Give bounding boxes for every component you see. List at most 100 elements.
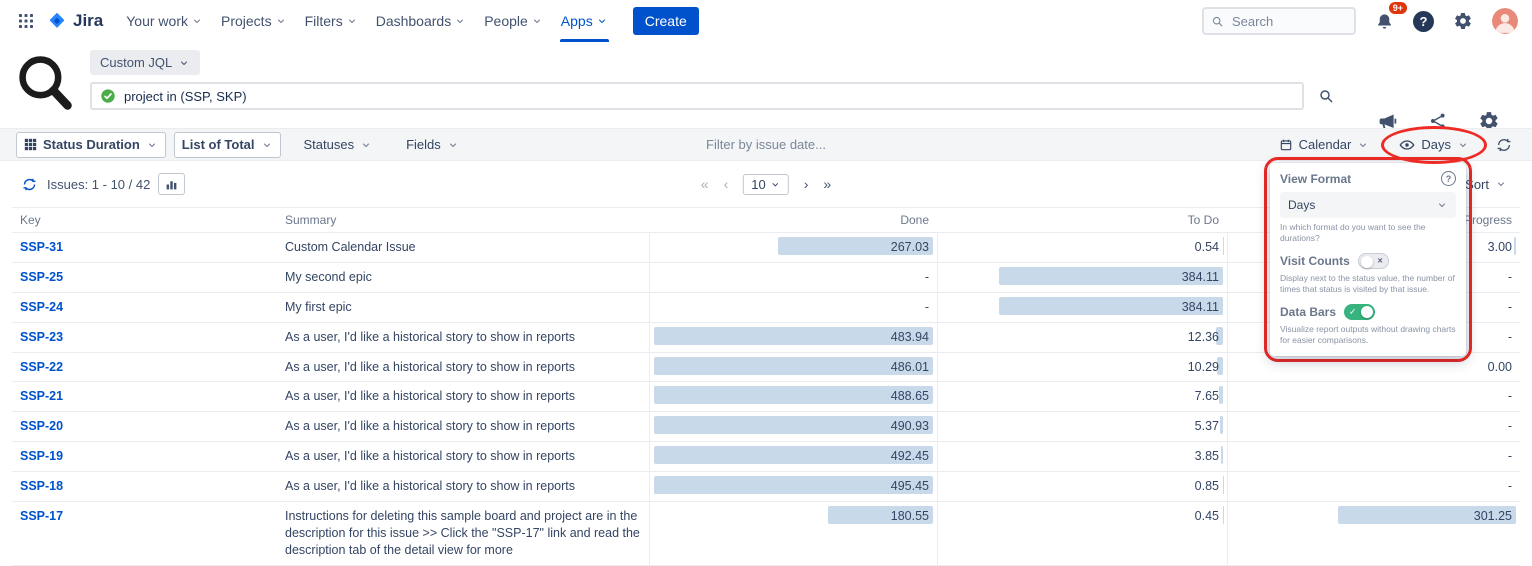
data-bars-help-text: Visualize report outputs without drawing… <box>1280 324 1456 346</box>
issue-key-link[interactable]: SSP-31 <box>20 240 63 254</box>
refresh-icon <box>22 177 37 192</box>
issue-key-link[interactable]: SSP-21 <box>20 389 63 403</box>
issue-summary: As a user, I'd like a historical story t… <box>277 442 649 471</box>
refresh-button[interactable] <box>18 173 41 196</box>
column-header-summary[interactable]: Summary <box>277 208 649 232</box>
nav-item-label: Your work <box>126 13 188 29</box>
duration-cell-in-progress: - <box>1227 382 1520 411</box>
jql-mode-label: Custom JQL <box>100 55 172 70</box>
settings-button[interactable] <box>1449 7 1477 35</box>
duration-value: 495.45 <box>891 479 929 493</box>
issue-summary: My first epic <box>277 293 649 322</box>
table-row: SSP-17 Instructions for deleting this sam… <box>12 502 1520 566</box>
magnifier-logo-icon <box>16 52 76 114</box>
user-avatar[interactable] <box>1492 8 1518 34</box>
issue-key-cell: SSP-19 <box>12 442 277 471</box>
duration-value: 492.45 <box>891 449 929 463</box>
duration-cell-in-progress: - <box>1227 472 1520 501</box>
notifications-button[interactable]: 9+ <box>1371 8 1398 35</box>
issue-key-link[interactable]: SSP-22 <box>20 360 63 374</box>
nav-item-apps[interactable]: Apps <box>552 0 617 42</box>
notification-badge: 9+ <box>1387 0 1409 16</box>
sync-button[interactable] <box>1492 133 1516 157</box>
issue-summary: Instructions for deleting this sample bo… <box>277 502 649 565</box>
duration-value: 0.45 <box>1195 509 1219 523</box>
global-search[interactable] <box>1202 7 1356 35</box>
issue-key-link[interactable]: SSP-24 <box>20 300 63 314</box>
jira-logo[interactable]: Jira <box>46 10 103 32</box>
view-format-help-text: In which format do you want to see the d… <box>1280 222 1456 244</box>
list-mode-button[interactable]: List of Total <box>174 132 281 158</box>
pagination-last[interactable]: » <box>823 176 831 192</box>
duration-cell-todo: 10.29 <box>937 353 1227 382</box>
duration-value: - <box>1508 479 1512 493</box>
issue-key-cell: SSP-21 <box>12 382 277 411</box>
duration-value: 12.36 <box>1188 330 1219 344</box>
duration-value: 384.11 <box>1182 270 1219 284</box>
issue-key-link[interactable]: SSP-25 <box>20 270 63 284</box>
duration-value: - <box>1508 270 1512 284</box>
data-bar <box>1219 386 1223 404</box>
query-section: Custom JQL project in (SSP, SKP) <box>0 42 1532 128</box>
toggle-knob <box>1361 306 1373 318</box>
duration-value: - <box>925 270 929 284</box>
create-button[interactable]: Create <box>633 7 699 35</box>
issue-key-cell: SSP-24 <box>12 293 277 322</box>
calendar-button[interactable]: Calendar <box>1272 132 1377 158</box>
popup-help-icon[interactable]: ? <box>1441 171 1456 186</box>
column-header-key[interactable]: Key <box>12 208 277 232</box>
pagination-prev[interactable]: ‹ <box>724 176 729 192</box>
visit-counts-toggle[interactable]: × <box>1358 253 1389 269</box>
page-size-value: 10 <box>751 177 765 192</box>
chart-view-button[interactable] <box>158 173 185 195</box>
issue-key-link[interactable]: SSP-23 <box>20 330 63 344</box>
data-bars-toggle[interactable]: ✓ <box>1344 304 1375 320</box>
table-row: SSP-19 As a user, I'd like a historical s… <box>12 442 1520 472</box>
jira-mark-icon <box>46 10 68 32</box>
duration-cell-todo: 7.65 <box>937 382 1227 411</box>
jql-input[interactable]: project in (SSP, SKP) <box>90 82 1304 110</box>
view-type-button[interactable]: Status Duration <box>16 132 166 158</box>
calendar-label: Calendar <box>1299 137 1352 152</box>
nav-item-people[interactable]: People <box>475 0 552 42</box>
issue-key-link[interactable]: SSP-19 <box>20 449 63 463</box>
duration-value: 483.94 <box>891 330 929 344</box>
duration-cell-todo: 384.11 <box>937 293 1227 322</box>
issue-key-cell: SSP-17 <box>12 502 277 565</box>
statuses-button[interactable]: Statuses <box>297 132 380 158</box>
fields-button[interactable]: Fields <box>399 132 466 158</box>
days-button[interactable]: Days <box>1392 132 1476 158</box>
issue-summary: As a user, I'd like a historical story t… <box>277 472 649 501</box>
jql-mode-button[interactable]: Custom JQL <box>90 50 200 75</box>
issues-count: Issues: 1 - 10 / 42 <box>47 177 150 192</box>
app-switcher-icon[interactable] <box>14 9 38 33</box>
date-filter-input[interactable]: Filter by issue date... <box>706 137 826 152</box>
duration-cell-todo: 3.85 <box>937 442 1227 471</box>
column-header-done[interactable]: Done <box>649 208 937 232</box>
duration-cell-in-progress: - <box>1227 412 1520 441</box>
pagination-first[interactable]: « <box>701 176 709 192</box>
pagination: « ‹ 10 › » <box>701 174 831 195</box>
pagination-next[interactable]: › <box>804 176 809 192</box>
column-header-to-do[interactable]: To Do <box>937 208 1227 232</box>
data-bar <box>1220 416 1223 434</box>
issue-key-link[interactable]: SSP-17 <box>20 509 63 523</box>
duration-cell-todo: 0.85 <box>937 472 1227 501</box>
global-search-input[interactable] <box>1230 13 1347 30</box>
jql-search-button[interactable] <box>1314 84 1338 108</box>
duration-value: 490.93 <box>891 419 929 433</box>
nav-item-your-work[interactable]: Your work <box>117 0 212 42</box>
nav-item-projects[interactable]: Projects <box>212 0 296 42</box>
top-navigation: Jira Your work ProjectsFilters Dashboards P… <box>0 0 1532 42</box>
issue-key-link[interactable]: SSP-20 <box>20 419 63 433</box>
help-button[interactable]: ? <box>1413 11 1434 32</box>
duration-value: 486.01 <box>891 360 929 374</box>
issue-summary: My second epic <box>277 263 649 292</box>
page-size-select[interactable]: 10 <box>743 174 788 195</box>
view-format-select[interactable]: Days <box>1280 192 1456 218</box>
nav-item-label: Dashboards <box>376 13 452 29</box>
duration-cell-done: 490.93 <box>649 412 937 441</box>
nav-item-dashboards[interactable]: Dashboards <box>367 0 476 42</box>
nav-item-filters[interactable]: Filters <box>296 0 367 42</box>
issue-key-link[interactable]: SSP-18 <box>20 479 63 493</box>
